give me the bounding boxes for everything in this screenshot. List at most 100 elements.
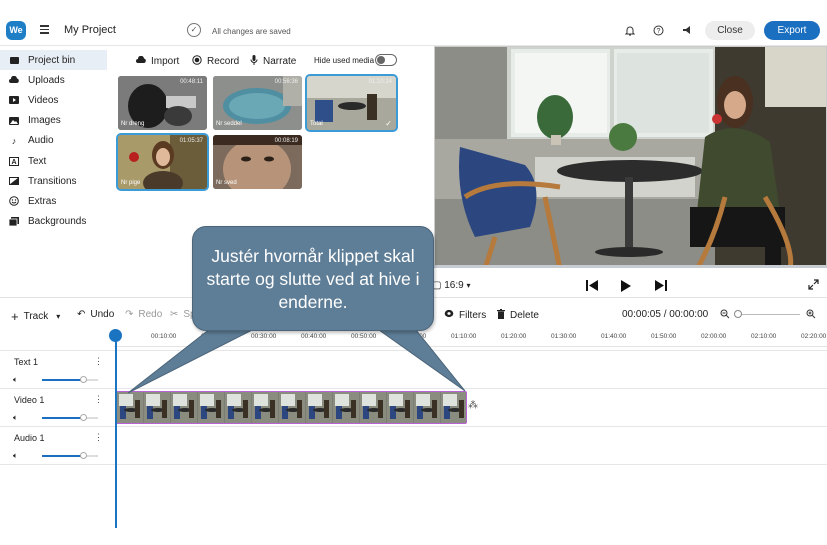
zoom-in-icon[interactable] [806, 309, 816, 321]
more-vertical-icon[interactable]: ⋮ [94, 394, 103, 405]
video-icon [9, 96, 19, 105]
ruler-tick: 00:40:00 [301, 333, 327, 340]
clip-trim-handle-icon[interactable]: ⁂ [468, 400, 478, 411]
filmstrip-frame-part [390, 406, 396, 419]
undo-button[interactable]: ↶ Undo [77, 309, 114, 320]
zoom-slider-handle[interactable] [734, 310, 742, 318]
sidebar-item-audio[interactable]: ♪ Audio [0, 131, 107, 151]
sidebar-item-label: Transitions [28, 175, 77, 187]
filters-button[interactable]: Filters [444, 309, 486, 321]
sidebar-item-project-bin[interactable]: Project bin [0, 50, 107, 71]
ruler-tick: 01:50:00 [651, 333, 677, 340]
playhead-line[interactable] [115, 336, 117, 528]
preview-progress-bar[interactable] [434, 265, 827, 268]
filmstrip-frame-part [309, 406, 315, 419]
sidebar-item-images[interactable]: Images [0, 111, 107, 131]
zoom-slider-track[interactable] [736, 314, 800, 315]
filmstrip-frame-part [227, 394, 241, 406]
plus-icon: + [11, 309, 19, 324]
thumbnail-duration: 00:48:11 [180, 79, 203, 85]
sidebar-item-label: Images [28, 115, 61, 127]
chevron-down-icon: ▾ [466, 281, 471, 290]
media-thumbnail[interactable]: 00:08:19 Nr sved [213, 135, 302, 189]
thumbnail-duration: 00:56:36 [274, 79, 298, 85]
undo-icon: ↶ [77, 309, 86, 320]
track-name-text[interactable]: Text 1 [14, 357, 38, 367]
redo-button[interactable]: ↷ Redo [125, 309, 162, 320]
volume-knob[interactable] [80, 376, 88, 383]
fullscreen-button[interactable] [808, 279, 819, 293]
announcement-icon[interactable] [681, 25, 693, 37]
sidebar-item-videos[interactable]: Videos [0, 90, 107, 110]
media-thumbnail[interactable]: 01:10:14 Total ✓ [305, 74, 398, 132]
filmstrip-frame-part [417, 406, 423, 419]
skip-back-button[interactable] [586, 280, 598, 294]
volume-icon[interactable]: 🔈︎ [13, 451, 18, 461]
hide-used-media-label: Hide used media [314, 56, 375, 65]
narrate-button[interactable]: Narrate [250, 54, 296, 68]
aspect-ratio-selector[interactable]: ▢ 16:9 ▾ [432, 280, 471, 291]
filmstrip-frame-part [443, 394, 457, 406]
media-thumbnail[interactable]: 01:05:37 Nr pige [116, 133, 209, 191]
filmstrip-frame-part [297, 400, 302, 418]
volume-slider[interactable] [42, 414, 98, 421]
volume-slider[interactable] [42, 452, 98, 459]
volume-icon[interactable]: 🔈︎ [13, 413, 18, 423]
volume-slider[interactable] [42, 376, 98, 383]
zoom-out-icon[interactable] [720, 309, 730, 321]
sidebar-item-extras[interactable]: Extras [0, 191, 107, 211]
filmstrip-frame-part [147, 406, 153, 419]
thumbnail-duration: 00:08:19 [274, 138, 298, 144]
bell-icon[interactable] [624, 25, 636, 37]
sidebar-item-transitions[interactable]: Transitions [0, 171, 107, 191]
timecode-readout: 00:00:05 / 00:00:00 [622, 309, 709, 320]
sidebar: Project bin Uploads Videos Images ♪ Audi… [0, 50, 107, 232]
preview-frame-image [435, 47, 826, 267]
sidebar-item-label: Videos [28, 94, 59, 106]
record-icon [192, 55, 202, 67]
ruler-tick: 02:10:00 [751, 333, 777, 340]
record-button[interactable]: Record [192, 54, 239, 68]
play-icon [621, 280, 631, 292]
filmstrip-frame-part [216, 400, 221, 418]
volume-knob[interactable] [80, 452, 88, 459]
sidebar-item-uploads[interactable]: Uploads [0, 70, 107, 90]
playhead-handle[interactable] [109, 329, 122, 342]
media-thumbnail[interactable]: 00:48:11 Nr dreng [118, 76, 207, 130]
add-track-button[interactable]: + Track ▾ [11, 309, 60, 324]
video-preview[interactable] [434, 46, 827, 268]
menu-icon[interactable] [40, 25, 49, 36]
track-name-video[interactable]: Video 1 [14, 395, 44, 405]
hide-used-media-toggle[interactable] [375, 54, 397, 66]
sidebar-item-label: Uploads [28, 74, 65, 86]
ruler-tick: 00:10:00 [151, 333, 177, 340]
ruler-tick: 00:50:00 [351, 333, 377, 340]
more-vertical-icon[interactable]: ⋮ [94, 432, 103, 443]
track-divider [0, 350, 827, 351]
track-name-audio[interactable]: Audio 1 [14, 433, 45, 443]
skip-forward-button[interactable] [655, 280, 667, 294]
import-button[interactable]: Import [136, 54, 179, 68]
volume-icon[interactable]: 🔈︎ [13, 375, 18, 385]
ruler-tick: 00:20:00 [201, 333, 227, 340]
export-button[interactable]: Export [764, 21, 820, 40]
top-bar: We My Project ✓ All changes are saved ? … [0, 0, 827, 46]
video-clip[interactable] [116, 391, 467, 424]
help-icon[interactable]: ? [652, 25, 664, 37]
app-logo[interactable]: We [6, 21, 26, 40]
callout-bubble: Justér hvornår klippet skal starte og sl… [192, 226, 434, 331]
project-title[interactable]: My Project [64, 24, 116, 36]
close-button[interactable]: Close [705, 21, 755, 40]
delete-button[interactable]: Delete [497, 309, 539, 322]
volume-knob[interactable] [80, 414, 88, 421]
sidebar-item-text[interactable]: A Text [0, 151, 107, 171]
filmstrip-frame-part [162, 400, 167, 418]
filmstrip-frame-part [351, 400, 356, 418]
filmstrip-frame-part [362, 394, 376, 406]
filmstrip-frame-part [444, 406, 450, 419]
backgrounds-icon [9, 217, 19, 227]
media-thumbnail[interactable]: 00:56:36 Nr seddel [213, 76, 302, 130]
more-vertical-icon[interactable]: ⋮ [94, 356, 103, 367]
sidebar-item-backgrounds[interactable]: Backgrounds [0, 212, 107, 232]
play-button[interactable] [621, 280, 631, 295]
